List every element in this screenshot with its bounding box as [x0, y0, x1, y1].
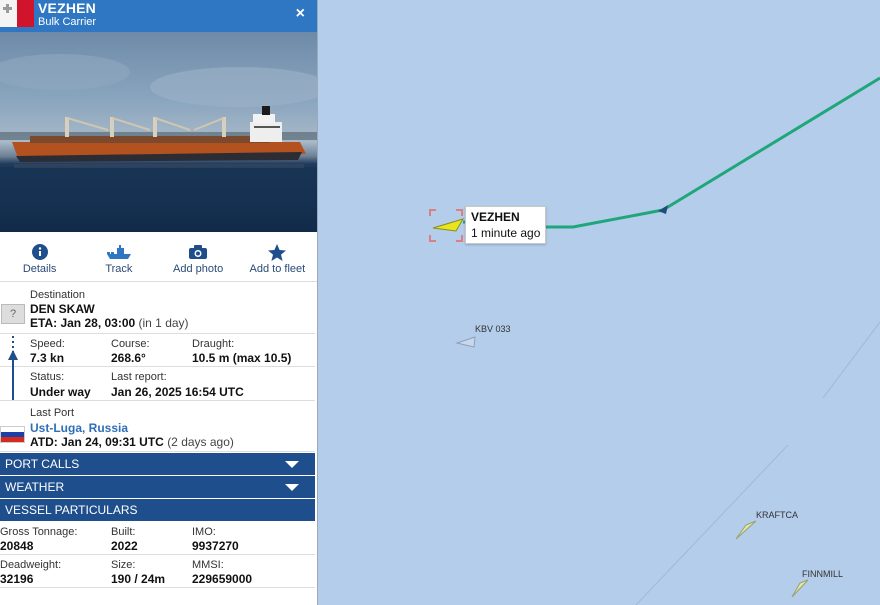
eta-relative: (in 1 day) — [138, 316, 189, 330]
destination-label: Destination — [30, 289, 86, 301]
last-report-label: Last report: — [111, 371, 167, 383]
draught-value: 10.5 m (max 10.5) — [192, 351, 292, 365]
vessel-label-finnmill[interactable]: FINNMILL — [802, 569, 843, 579]
vessel-label-kbv033[interactable]: KBV 033 — [475, 324, 511, 334]
panel-header: VEZHEN Bulk Carrier × — [0, 0, 317, 32]
weather-label: WEATHER — [5, 480, 65, 494]
deadweight-label: Deadweight: — [0, 559, 62, 571]
deadweight-value: 32196 — [0, 572, 34, 586]
port-calls-header[interactable]: PORT CALLS — [0, 453, 315, 475]
close-icon[interactable]: × — [296, 5, 305, 23]
malta-flag-icon — [0, 0, 34, 27]
vessel-particulars-header[interactable]: VESSEL PARTICULARS — [0, 499, 315, 521]
tooltip-vessel-name: VEZHEN — [471, 210, 520, 224]
atd-row: ATD: Jan 24, 09:31 UTC (2 days ago) — [30, 435, 234, 449]
speed-label: Speed: — [30, 338, 65, 350]
camera-icon — [188, 243, 208, 261]
eta-label: ETA: — [30, 316, 58, 330]
vessel-tooltip[interactable]: VEZHEN 1 minute ago — [465, 206, 547, 244]
vessel-info-panel: VEZHEN Bulk Carrier × Details Track Add … — [0, 0, 318, 605]
built-label: Built: — [111, 526, 136, 538]
ship-photo-graphic — [0, 54, 317, 232]
vessel-finnmill-icon[interactable] — [791, 579, 809, 598]
speed-value: 7.3 kn — [30, 351, 65, 365]
vessel-track-line — [462, 76, 880, 229]
last-report-value: Jan 26, 2025 16:54 UTC — [111, 385, 244, 399]
atd-relative: (2 days ago) — [167, 435, 234, 449]
course-label: Course: — [111, 338, 150, 350]
depth-contour — [822, 321, 880, 399]
status-section: Status: Under way Last report: Jan 26, 2… — [0, 367, 315, 401]
vessel-photo[interactable] — [0, 32, 317, 232]
particulars-row-1: Gross Tonnage: 20848 Built: 2022 IMO: 99… — [0, 522, 315, 555]
atd-value: Jan 24, 09:31 UTC — [61, 435, 164, 449]
info-icon — [31, 243, 48, 261]
chevron-down-icon — [285, 484, 299, 491]
chevron-down-icon — [285, 461, 299, 468]
action-bar: Details Track Add photo Add to fleet — [0, 232, 317, 282]
selected-vessel-icon[interactable] — [432, 218, 465, 232]
gross-tonnage-label: Gross Tonnage: — [0, 526, 78, 538]
tooltip-last-seen: 1 minute ago — [471, 226, 541, 240]
add-to-fleet-button[interactable]: Add to fleet — [238, 232, 317, 281]
size-value: 190 / 24m — [111, 572, 166, 586]
draught-label: Draught: — [192, 338, 235, 350]
vessel-kraftca-icon[interactable] — [735, 520, 757, 540]
vessel-particulars-label: VESSEL PARTICULARS — [5, 503, 138, 517]
russia-flag-icon — [0, 426, 25, 443]
course-value: 268.6° — [111, 351, 146, 365]
port-calls-label: PORT CALLS — [5, 457, 80, 471]
track-button[interactable]: Track — [79, 232, 158, 281]
star-icon — [268, 243, 287, 261]
atd-label: ATD: — [30, 435, 58, 449]
map-view[interactable]: VEZHEN 1 minute ago KBV 033 KRAFTCA FINN… — [318, 0, 880, 605]
vessel-label-kraftca[interactable]: KRAFTCA — [756, 510, 798, 520]
unknown-destination-flag-icon: ? — [1, 304, 25, 324]
speed-section: Speed: 7.3 kn Course: 268.6° Draught: 10… — [0, 334, 315, 400]
mmsi-value: 229659000 — [192, 572, 253, 586]
status-value: Under way — [30, 385, 91, 399]
destination-value: DEN SKAW — [30, 302, 95, 316]
add-photo-button[interactable]: Add photo — [159, 232, 238, 281]
last-port-section: Last Port Ust-Luga, Russia ATD: Jan 24, … — [0, 401, 315, 452]
add-photo-label: Add photo — [173, 263, 224, 275]
destination-section: ? Destination DEN SKAW ETA: Jan 28, 03:0… — [0, 282, 315, 334]
eta-value: Jan 28, 03:00 — [60, 316, 136, 330]
add-to-fleet-label: Add to fleet — [249, 263, 306, 275]
mmsi-label: MMSI: — [192, 559, 224, 571]
size-label: Size: — [111, 559, 136, 571]
last-port-label: Last Port — [30, 407, 75, 419]
vessel-kbv033-icon[interactable] — [455, 336, 476, 348]
last-port-link[interactable]: Ust-Luga, Russia — [30, 421, 128, 435]
vessel-type: Bulk Carrier — [38, 16, 97, 28]
imo-value: 9937270 — [192, 539, 239, 553]
depth-contour — [635, 444, 789, 605]
status-label: Status: — [30, 371, 65, 383]
details-label: Details — [22, 263, 57, 275]
vessel-name: VEZHEN — [38, 0, 96, 16]
details-button[interactable]: Details — [0, 232, 79, 281]
track-label: Track — [105, 263, 133, 275]
built-value: 2022 — [111, 539, 138, 553]
ship-track-icon — [105, 243, 133, 261]
particulars-row-2: Deadweight: 32196 Size: 190 / 24m MMSI: … — [0, 555, 315, 588]
weather-header[interactable]: WEATHER — [0, 476, 315, 498]
gross-tonnage-value: 20848 — [0, 539, 34, 553]
eta-row: ETA: Jan 28, 03:00 (in 1 day) — [30, 316, 189, 330]
imo-label: IMO: — [192, 526, 216, 538]
